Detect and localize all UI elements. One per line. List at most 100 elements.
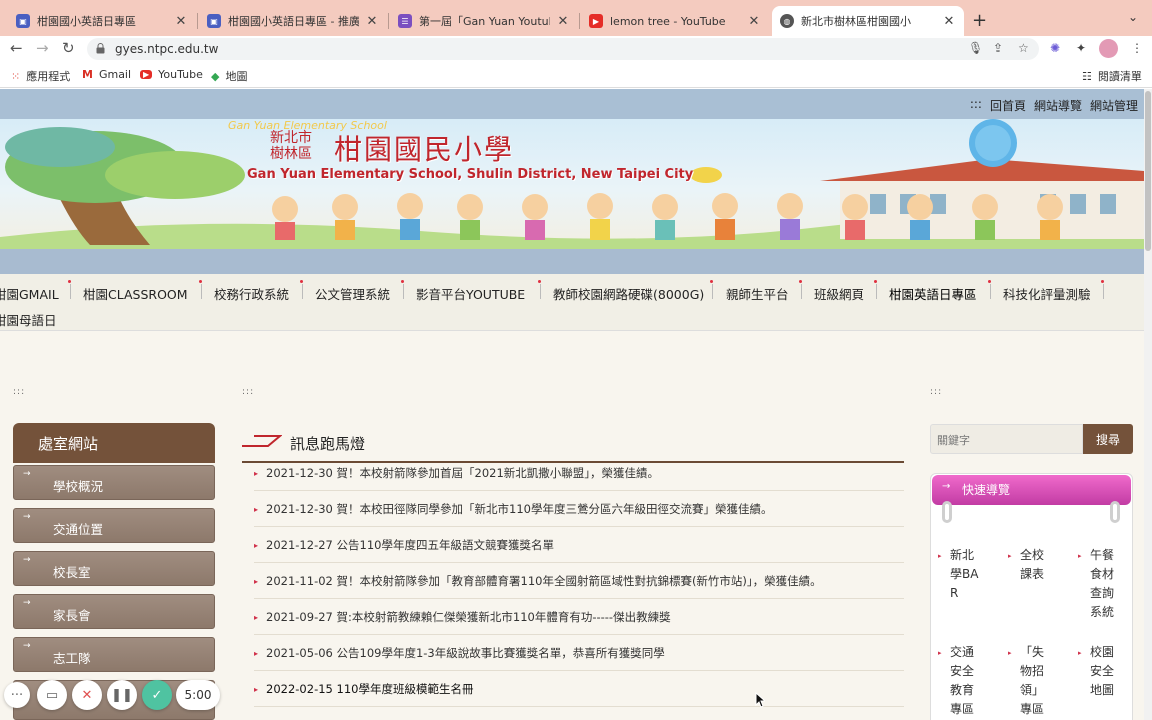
menu-item-gmail[interactable]: 柑園GMAIL	[0, 284, 59, 303]
news-item[interactable]: ▸ 2021-09-27 賀:本校射箭教練賴仁傑榮獲新北市110年體育有功----…	[254, 599, 904, 635]
quick-nav-item[interactable]: 校園安全地圖	[1090, 643, 1122, 700]
bullet-icon: ▸	[254, 649, 259, 658]
close-tab-icon[interactable]: ✕	[556, 14, 570, 29]
bookmark-maps[interactable]: ◆ 地圖	[211, 68, 247, 84]
microphone-icon[interactable]: 🎙	[968, 41, 983, 55]
bullet-icon: ▸	[254, 685, 259, 694]
quick-nav-item[interactable]: 全校課表	[1020, 546, 1052, 584]
bookmark-youtube[interactable]: ▶ YouTube	[140, 68, 203, 81]
menu-item-english-day[interactable]: 柑園英語日專區	[889, 284, 977, 303]
news-item[interactable]: ▸ 2021-12-27 公告110學年度四五年級語文競賽獲獎名單	[254, 527, 904, 563]
sidebar-item-label: 校長室	[53, 565, 91, 580]
home-link[interactable]: 回首頁	[990, 97, 1026, 114]
left-column-marker: :::	[13, 387, 26, 397]
menu-dot	[199, 280, 202, 283]
close-tab-icon[interactable]: ✕	[942, 14, 956, 29]
menu-dot	[988, 280, 991, 283]
top-links-marker: :::	[969, 97, 982, 111]
forward-arrow-icon[interactable]: →	[36, 39, 49, 57]
bullet-icon: ▸	[1008, 649, 1012, 657]
browser-tab[interactable]: ▣ 柑園國小英語日專區 - 推廣 ✕	[199, 6, 387, 36]
quick-nav-item[interactable]: 交通安全教育專區	[950, 643, 982, 719]
sidebar-item-volunteers[interactable]: → 志工隊	[13, 637, 215, 672]
pin-clip	[942, 501, 952, 523]
news-item-text: 2022-02-15 110學年度班級模範生名冊	[266, 682, 474, 696]
pause-icon[interactable]: ❚❚	[107, 680, 137, 710]
menu-item-network-drive[interactable]: 教師校園網路硬碟(8000G)	[553, 284, 704, 303]
menu-item-admin-system[interactable]: 校務行政系統	[214, 284, 289, 303]
lock-icon	[96, 43, 105, 54]
sidebar-item-school-overview[interactable]: → 學校概況	[13, 465, 215, 500]
reading-list[interactable]: ☷ 閱讀清單	[1082, 68, 1142, 84]
close-tab-icon[interactable]: ✕	[174, 14, 188, 29]
bookmark-apps[interactable]: ⁙ 應用程式	[11, 68, 70, 84]
arrow-right-icon: →	[23, 641, 31, 651]
menu-dot	[538, 280, 541, 283]
browser-tab[interactable]: ☰ 第一屆「Gan Yuan Youtuber」 ✕	[390, 6, 578, 36]
sitemap-link[interactable]: 網站導覽	[1034, 97, 1082, 114]
more-options-icon[interactable]: ···	[4, 682, 30, 708]
news-item[interactable]: ▸ 2021-12-30 賀！本校田徑隊同學參加「新北市110學年度三鶯分區六年級…	[254, 491, 904, 527]
menu-item-mother-tongue-day[interactable]: 柑園母語日	[0, 310, 57, 329]
menu-item-tech-assessment[interactable]: 科技化評量測驗	[1003, 284, 1091, 303]
close-tab-icon[interactable]: ✕	[365, 14, 379, 29]
apps-grid-icon: ⁙	[11, 69, 21, 83]
share-icon[interactable]: ⇪	[993, 41, 1003, 55]
form-icon: ☰	[398, 14, 412, 28]
delete-recording-icon[interactable]: ✕	[72, 680, 102, 710]
news-item[interactable]: ▸ 2021-11-02 賀！本校射箭隊參加「教育部體育署110年全國射箭區域性對…	[254, 563, 904, 599]
reading-list-label: 閱讀清單	[1097, 70, 1142, 83]
site-admin-link[interactable]: 網站管理	[1090, 97, 1138, 114]
back-arrow-icon[interactable]: ←	[10, 39, 23, 57]
sidebar-item-directions[interactable]: → 交通位置	[13, 508, 215, 543]
profile-avatar[interactable]	[1099, 39, 1118, 58]
extension-gear-icon[interactable]: ✺	[1050, 41, 1060, 55]
search-button[interactable]: 搜尋	[1083, 424, 1133, 454]
menu-item-class-pages[interactable]: 班級網頁	[814, 284, 864, 303]
finish-check-icon[interactable]: ✓	[142, 680, 172, 710]
bookmark-star-icon[interactable]: ☆	[1018, 41, 1029, 55]
school-banner: Gan Yuan Elementary School 新北市 樹林區 柑園國民小…	[0, 119, 1144, 249]
tab-search-chevron-icon[interactable]: ⌄	[1128, 10, 1138, 24]
browser-tab[interactable]: ▣ 柑園國小英語日專區 ✕	[8, 6, 196, 36]
bookmark-label: YouTube	[158, 68, 203, 81]
site-icon: ▣	[207, 14, 221, 28]
news-item[interactable]: ▸ 2021-05-06 公告109學年度1-3年級說故事比賽獲獎名單，恭喜所有獲…	[254, 635, 904, 671]
bullet-icon: ▸	[254, 541, 259, 550]
reload-icon[interactable]: ↻	[62, 39, 75, 57]
news-item-text: 2021-09-27 賀:本校射箭教練賴仁傑榮獲新北市110年體育有功-----…	[266, 610, 671, 624]
scrollbar-thumb[interactable]	[1145, 91, 1151, 251]
new-tab-icon[interactable]: +	[972, 10, 987, 31]
mouse-cursor-icon	[755, 692, 765, 708]
pin-clip	[1110, 501, 1120, 523]
quick-nav-item[interactable]: 午餐食材查詢系統	[1090, 546, 1122, 622]
menu-item-classroom[interactable]: 柑園CLASSROOM	[83, 284, 188, 303]
sidebar-item-principal-office[interactable]: → 校長室	[13, 551, 215, 586]
sidebar-item-parents-association[interactable]: → 家長會	[13, 594, 215, 629]
news-item[interactable]: ▸ 2022-02-15 110學年度班級模範生名冊	[254, 671, 904, 707]
browser-menu-icon[interactable]: ⋮	[1131, 41, 1143, 55]
bullet-icon: ▸	[254, 469, 259, 478]
page-scrollbar[interactable]	[1144, 89, 1152, 720]
keyword-search-input[interactable]: 關鍵字	[930, 424, 1083, 454]
menu-item-document-system[interactable]: 公文管理系統	[315, 284, 390, 303]
browser-tab[interactable]: ▶ lemon tree - YouTube ✕	[581, 6, 769, 36]
menu-item-youtube[interactable]: 影音平台YOUTUBE	[416, 284, 525, 303]
extensions-puzzle-icon[interactable]: ✦	[1076, 41, 1086, 55]
menu-divider	[876, 284, 877, 299]
address-bar[interactable]: gyes.ntpc.edu.tw 🎙 ⇪ ☆	[87, 38, 1039, 60]
bookmarks-bar: ⁙ 應用程式 M Gmail ▶ YouTube ◆ 地圖 ☷ 閱讀清單	[0, 62, 1152, 88]
camera-icon[interactable]: ▭	[37, 680, 67, 710]
browser-tab-active[interactable]: ◍ 新北市樹林區柑園國小 ✕	[772, 6, 964, 36]
news-item[interactable]: ▸ 2021-12-30 賀！本校射箭隊參加首屆「2021新北凱撒小聯盟」，榮獲佳…	[254, 455, 904, 491]
menu-item-parent-platform[interactable]: 親師生平台	[726, 284, 789, 303]
close-tab-icon[interactable]: ✕	[747, 14, 761, 29]
bookmark-gmail[interactable]: M Gmail	[82, 68, 131, 81]
quick-nav-item[interactable]: 「失物招領」專區	[1020, 643, 1052, 719]
sidebar-item-label: 家長會	[53, 608, 91, 623]
news-item-text: 2021-05-06 公告109學年度1-3年級說故事比賽獲獎名單，恭喜所有獲獎…	[266, 646, 665, 660]
quick-nav-item[interactable]: 新北學BAR	[950, 546, 982, 603]
menu-dot	[300, 280, 303, 283]
arrow-right-icon: →	[23, 555, 31, 565]
tab-title: 柑園國小英語日專區	[37, 15, 136, 28]
